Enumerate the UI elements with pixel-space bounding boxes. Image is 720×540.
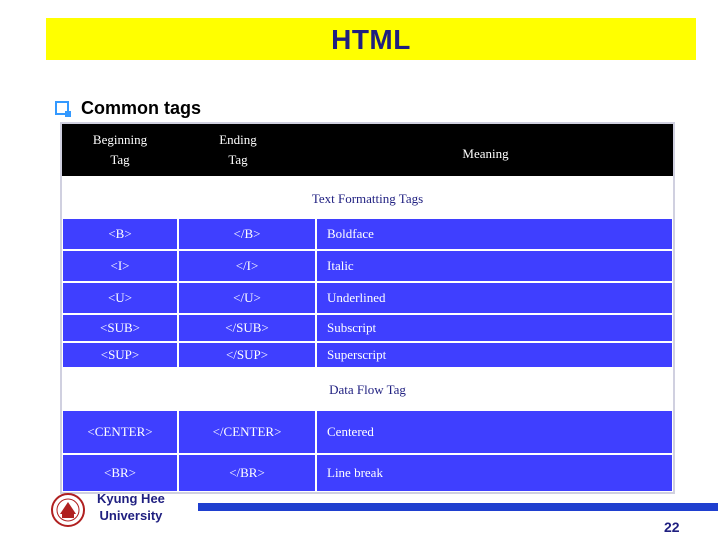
section-data-flow-label: Data Flow Tag [329, 382, 406, 397]
header-beginning-line2: Tag [110, 152, 130, 167]
table-cell-end: </SUP> [178, 342, 316, 368]
university-name: Kyung Hee University [97, 490, 165, 524]
bullet-text: Common tags [81, 97, 202, 118]
header-meaning-label: Meaning [462, 146, 509, 161]
page-number: 22 [664, 519, 680, 535]
section-text-formatting: Text Formatting Tags [62, 176, 673, 218]
header-ending-line2: Tag [228, 152, 248, 167]
header-beginning-line1: Beginning [92, 132, 148, 147]
title-bar: HTML [46, 18, 696, 60]
table-cell-end: </U> [178, 282, 316, 314]
table-cell-begin: <SUP> [62, 342, 178, 368]
table-cell-meaning: Line break [316, 454, 673, 492]
table-cell-meaning: Italic [316, 250, 673, 282]
table-cell-end: </B> [178, 218, 316, 250]
university-name-line1: Kyung Hee [97, 491, 165, 506]
table-cell-begin: <B> [62, 218, 178, 250]
table-cell-end: </CENTER> [178, 410, 316, 454]
tags-table: Beginning Tag Ending Tag Meaning Text Fo… [60, 122, 675, 494]
university-seal-icon [51, 493, 85, 527]
table-cell-begin: <SUB> [62, 314, 178, 342]
header-meaning: Meaning [298, 124, 673, 176]
table-cell-end: </SUB> [178, 314, 316, 342]
header-ending-tag: Ending Tag [178, 124, 298, 176]
table-cell-meaning: Superscript [316, 342, 673, 368]
table-cell-begin: <BR> [62, 454, 178, 492]
table-cell-begin: <I> [62, 250, 178, 282]
table-cell-end: </I> [178, 250, 316, 282]
table-cell-begin: <U> [62, 282, 178, 314]
table-cell-begin: <CENTER> [62, 410, 178, 454]
table-cell-meaning: Boldface [316, 218, 673, 250]
section-text-formatting-label: Text Formatting Tags [311, 191, 424, 206]
table-cell-meaning: Centered [316, 410, 673, 454]
table-cell-meaning: Underlined [316, 282, 673, 314]
university-name-line2: University [99, 508, 163, 523]
header-ending-line1: Ending [219, 132, 257, 147]
header-beginning-tag: Beginning Tag [62, 124, 178, 176]
footer-divider [198, 503, 718, 511]
checkbox-bullet-icon [55, 101, 71, 117]
section-data-flow: Data Flow Tag [62, 368, 673, 410]
slide-title: HTML [331, 24, 411, 55]
bullet-row: Common tags [55, 96, 201, 120]
table-cell-meaning: Subscript [316, 314, 673, 342]
table-cell-end: </BR> [178, 454, 316, 492]
